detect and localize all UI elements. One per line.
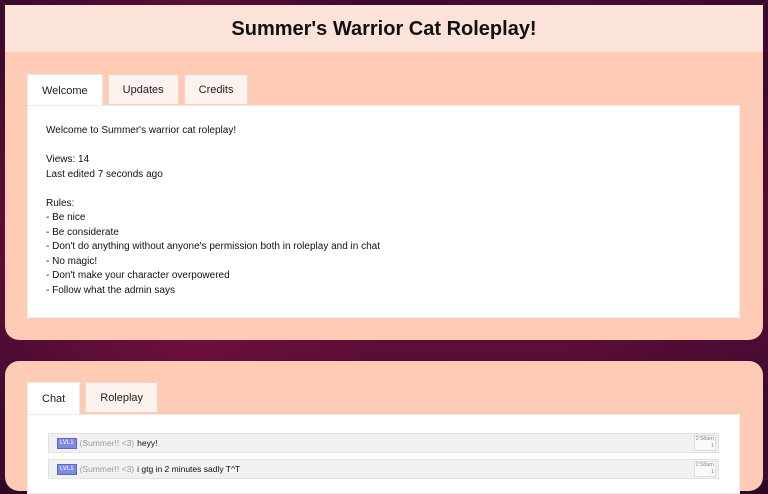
rule-item: - No magic!: [46, 255, 98, 267]
level-badge: LVL1: [57, 463, 77, 475]
page-title: Summer's Warrior Cat Roleplay!: [231, 17, 537, 40]
chat-message: LVL1 (Summer!! <3) i gtg in 2 minutes sa…: [48, 459, 719, 479]
rule-item: - Follow what the admin says: [46, 284, 175, 296]
last-edited: Last edited 7 seconds ago: [46, 168, 163, 180]
rule-item: - Don't do anything without anyone's per…: [46, 241, 381, 252]
chat-text: i gtg in 2 minutes sadly T^T: [137, 464, 241, 474]
chat-message: LVL1 (Summer!! <3) heyy! 2:58am 1: [48, 433, 719, 453]
info-tabs: Welcome Updates Credits: [27, 74, 249, 106]
views-count: Views: 14: [46, 154, 90, 165]
level-badge: LVL1: [57, 437, 77, 449]
info-panel: Welcome Updates Credits Welcome to Summe…: [5, 52, 763, 340]
welcome-content: Welcome to Summer's warrior cat roleplay…: [27, 105, 740, 318]
chat-timestamp: 2:58am 1: [693, 461, 716, 477]
rule-item: - Be considerate: [46, 226, 119, 238]
tab-chat[interactable]: Chat: [27, 382, 81, 414]
rule-item: - Be nice: [46, 212, 86, 223]
chat-username[interactable]: (Summer!! <3): [80, 464, 135, 474]
page-header: Summer's Warrior Cat Roleplay!: [5, 5, 763, 53]
chat-tabs: Chat Roleplay: [27, 382, 159, 414]
chat-text: heyy!: [137, 438, 158, 448]
rule-item: - Don't make your character overpowered: [46, 270, 230, 281]
chat-timestamp: 2:58am 1: [693, 435, 716, 451]
tab-roleplay[interactable]: Roleplay: [85, 382, 159, 412]
chat-username[interactable]: (Summer!! <3): [80, 438, 135, 448]
chat-log[interactable]: LVL1 (Summer!! <3) heyy! 2:58am 1 LVL1 (S…: [27, 414, 740, 494]
welcome-greeting: Welcome to Summer's warrior cat roleplay…: [46, 125, 237, 136]
tab-welcome[interactable]: Welcome: [27, 74, 103, 106]
tab-updates[interactable]: Updates: [107, 74, 179, 104]
rules-heading: Rules:: [46, 197, 75, 209]
chat-panel: Chat Roleplay LVL1 (Summer!! <3) heyy! 2…: [5, 361, 763, 494]
tab-credits[interactable]: Credits: [183, 74, 249, 104]
